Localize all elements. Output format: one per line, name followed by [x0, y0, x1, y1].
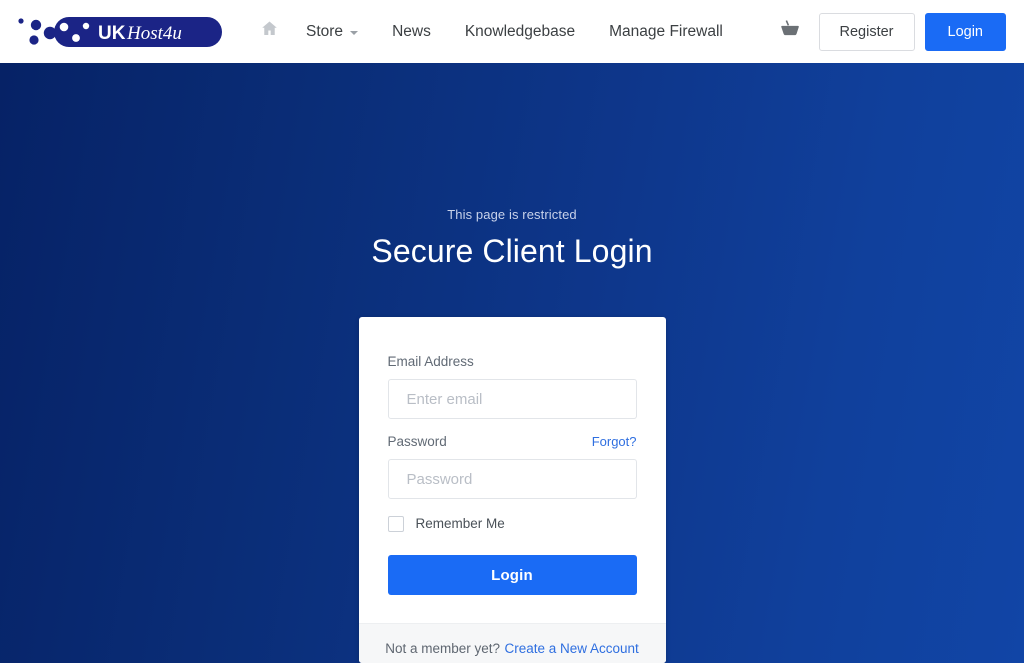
hero-section: This page is restricted Secure Client Lo…: [0, 63, 1024, 663]
password-label-row: Password Forgot?: [388, 433, 637, 451]
page-restricted-notice: This page is restricted: [447, 207, 577, 222]
nav-item-knowledgebase-label: Knowledgebase: [464, 22, 576, 40]
navbar-login-button[interactable]: Login: [924, 12, 1006, 51]
field-spacer: [388, 419, 637, 433]
password-label: Password: [387, 434, 447, 449]
shopping-cart-icon: [779, 19, 801, 44]
svg-text:Host4u: Host4u: [126, 23, 182, 44]
nav-item-manage-firewall[interactable]: Manage Firewall: [592, 16, 740, 48]
signup-prompt-text: Not a member yet?: [385, 641, 500, 656]
nav-item-knowledgebase[interactable]: Knowledgebase: [448, 16, 592, 48]
ukhost4u-logo: UK Host4u: [18, 16, 222, 47]
nav-item-news-label: News: [392, 22, 431, 40]
create-account-link[interactable]: Create a New Account: [504, 641, 638, 656]
nav-actions: Register Login: [775, 12, 1006, 51]
email-input[interactable]: [387, 379, 637, 419]
remember-me-row: Remember Me: [387, 515, 637, 533]
nav-item-manage-firewall-label: Manage Firewall: [609, 22, 723, 40]
login-card-body: Email Address Password Forgot? Remember …: [359, 317, 666, 623]
nav-item-news[interactable]: News: [375, 16, 448, 48]
brand-logo-link[interactable]: UK Host4u: [14, 13, 224, 51]
nav-item-home[interactable]: [250, 13, 289, 50]
forgot-password-link[interactable]: Forgot?: [592, 433, 637, 451]
chevron-down-icon: [350, 30, 359, 35]
remember-me-label[interactable]: Remember Me: [416, 515, 505, 533]
nav-item-store-label: Store: [306, 22, 344, 40]
remember-me-checkbox[interactable]: [387, 516, 404, 532]
primary-nav: Store News Knowledgebase Manage Firewall: [250, 13, 775, 50]
login-submit-button[interactable]: Login: [387, 555, 637, 595]
password-input[interactable]: [387, 459, 637, 499]
register-button[interactable]: Register: [818, 12, 915, 51]
login-card-footer: Not a member yet? Create a New Account: [358, 623, 666, 663]
page-title: Secure Client Login: [371, 233, 653, 269]
login-card: Email Address Password Forgot? Remember …: [358, 317, 666, 663]
email-label: Email Address: [387, 354, 474, 369]
svg-text:UK: UK: [98, 23, 126, 44]
shopping-cart-button[interactable]: [775, 19, 819, 44]
top-navigation-bar: UK Host4u Store News Knowledgebase Manag…: [0, 0, 1024, 63]
nav-item-store[interactable]: Store: [289, 16, 375, 48]
home-icon: [260, 19, 279, 44]
